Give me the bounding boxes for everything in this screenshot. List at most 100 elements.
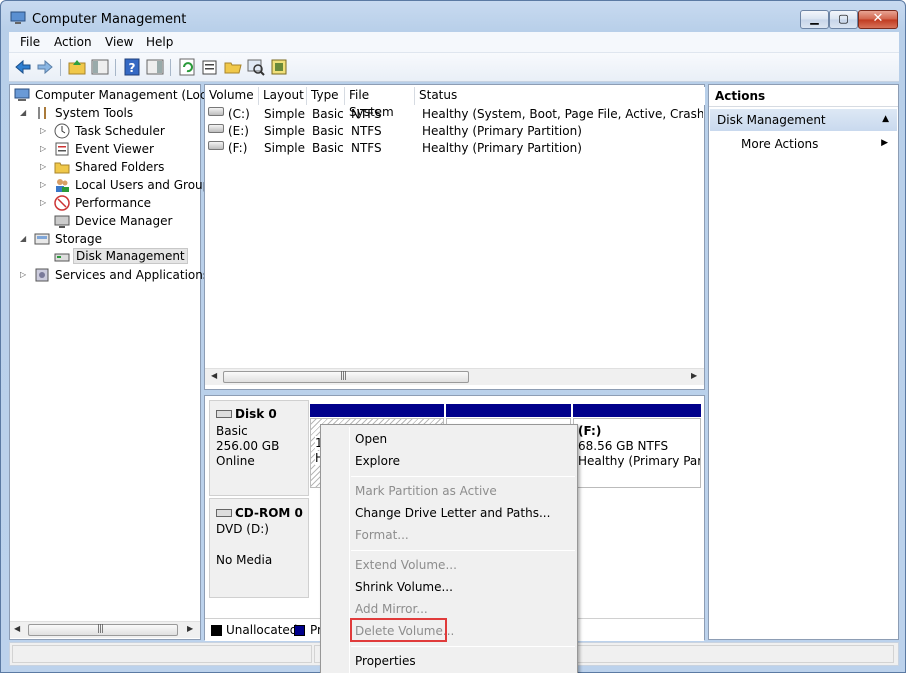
disk-0-label[interactable]: Disk 0 Basic 256.00 GB Online [209,400,309,496]
minimize-button[interactable]: ▁ [800,10,829,29]
volume-list-horizontal-scrollbar[interactable]: ◀ ||| ▶ [205,368,704,385]
submenu-arrow-icon[interactable]: ▶ [881,138,888,148]
column-header-volume[interactable]: Volume [205,87,259,105]
cdrom-state: No Media [216,553,273,567]
maximize-button[interactable]: ▢ [829,10,858,29]
tree-item-storage[interactable]: ◢ Storage [12,231,200,248]
collapse-arrow-icon[interactable]: ◢ [20,108,26,117]
drive-icon [208,107,224,116]
scroll-left-icon[interactable]: ◀ [14,624,20,633]
menu-action[interactable]: Action [54,35,92,49]
layout-cell: Simple [264,141,305,155]
maximize-icon: ▢ [838,12,849,25]
cdrom-icon [216,509,232,517]
menu-item-add-mirror[interactable]: Add Mirror... [355,602,428,616]
tree-item-shared-folders[interactable]: ▷ Shared Folders [12,159,200,176]
column-header-status[interactable]: Status [415,87,705,105]
type-cell: Basic [312,107,344,121]
tree-item-services-applications[interactable]: ▷ Services and Applications [12,267,209,284]
system-tools-icon [38,107,46,119]
column-header-layout[interactable]: Layout [259,87,307,105]
menu-item-properties[interactable]: Properties [355,654,416,668]
status-cell: Healthy (Primary Partition) [422,124,582,138]
scroll-right-icon[interactable]: ▶ [691,371,697,380]
refresh-icon[interactable] [177,57,197,77]
tree-item-performance[interactable]: ▷ Performance [12,195,200,212]
legend-swatch-primary [294,625,305,636]
computer-management-icon [10,11,26,24]
menu-view[interactable]: View [105,35,133,49]
minimize-icon: ▁ [810,12,819,25]
scroll-left-icon[interactable]: ◀ [211,371,217,380]
expand-arrow-icon[interactable]: ▷ [40,198,46,207]
help-icon[interactable]: ? [122,57,142,77]
more-actions-link[interactable]: More Actions [741,137,818,151]
collapse-arrow-icon[interactable]: ◢ [20,234,26,243]
show-hide-action-pane-icon[interactable] [145,57,165,77]
disk-type: Basic [216,424,248,438]
expand-arrow-icon[interactable]: ▷ [20,270,26,279]
expand-arrow-icon[interactable]: ▷ [40,162,46,171]
title-bar[interactable]: Computer Management ▁ ▢ ✕ [1,1,905,33]
partition-f[interactable]: (F:) 68.56 GB NTFS Healthy (Primary Part [573,418,701,488]
legend-label: Unallocated [226,623,298,637]
menu-item-open[interactable]: Open [355,432,387,446]
clock-icon [54,123,70,139]
scroll-right-icon[interactable]: ▶ [187,624,193,633]
table-row[interactable]: (E:) Simple Basic NTFS Healthy (Primary … [205,123,704,140]
toolbar-separator [170,59,171,76]
expand-arrow-icon[interactable]: ▷ [40,144,46,153]
menu-item-extend-volume[interactable]: Extend Volume... [355,558,457,572]
table-row[interactable]: (C:) Simple Basic NTFS Healthy (System, … [205,106,704,123]
tree-item-device-manager[interactable]: Device Manager [12,213,200,230]
menu-item-mark-partition-active[interactable]: Mark Partition as Active [355,484,497,498]
partition-name: (F:) [578,424,602,438]
scrollbar-thumb[interactable]: ||| [223,371,469,383]
forward-icon[interactable] [35,57,55,77]
scrollbar-thumb[interactable]: ||| [28,624,178,636]
event-viewer-icon [55,142,69,156]
tree-item-label: Computer Management (Local [35,88,218,102]
expand-arrow-icon[interactable]: ▷ [40,180,46,189]
table-row[interactable]: (F:) Simple Basic NTFS Healthy (Primary … [205,140,704,157]
tree-item-disk-management[interactable]: Disk Management [12,248,200,266]
settings-icon[interactable] [269,57,289,77]
menu-file[interactable]: File [20,35,40,49]
tree-item-event-viewer[interactable]: ▷ Event Viewer [12,141,200,158]
menu-item-shrink-volume[interactable]: Shrink Volume... [355,580,453,594]
menu-item-change-drive-letter[interactable]: Change Drive Letter and Paths... [355,506,550,520]
tree-item-local-users-groups[interactable]: ▷ Local Users and Groups [12,177,217,194]
services-icon [35,268,49,282]
collapse-up-icon[interactable]: ▲ [882,114,889,124]
close-button[interactable]: ✕ [858,10,898,29]
column-header-type[interactable]: Type [307,87,345,105]
cdrom-0-label[interactable]: CD-ROM 0 DVD (D:) No Media [209,498,309,598]
expand-arrow-icon[interactable]: ▷ [40,126,46,135]
open-folder-icon[interactable] [223,57,243,77]
disk-size: 256.00 GB [216,439,280,453]
tree-item-task-scheduler[interactable]: ▷ Task Scheduler [12,123,200,140]
storage-icon [34,233,50,245]
up-folder-icon[interactable] [67,57,87,77]
properties-icon[interactable] [200,57,220,77]
tree-item-label: Shared Folders [75,160,165,174]
show-hide-tree-icon[interactable] [90,57,110,77]
tree-horizontal-scrollbar[interactable]: ◀ ||| ▶ [10,621,200,638]
back-icon[interactable] [13,57,33,77]
tree-item-label: Services and Applications [55,268,210,282]
status-cell: Healthy (System, Boot, Page File, Active… [422,107,703,121]
menu-item-format[interactable]: Format... [355,528,409,542]
tree-item-label: Local Users and Groups [75,178,217,192]
actions-section-disk-management[interactable]: Disk Management ▲ [710,109,897,131]
search-icon[interactable] [246,57,266,77]
menu-help[interactable]: Help [146,35,173,49]
tree-item-system-tools[interactable]: ◢ System Tools [12,105,200,122]
tree-item-label: Device Manager [75,214,173,228]
toolbar-separator [60,59,61,76]
users-icon [56,179,69,192]
tree-item-computer-management[interactable]: Computer Management (Local [12,87,217,104]
type-cell: Basic [312,124,344,138]
menu-item-explore[interactable]: Explore [355,454,400,468]
column-header-file-system[interactable]: File System [345,87,415,119]
section-label: Disk Management [717,113,826,127]
